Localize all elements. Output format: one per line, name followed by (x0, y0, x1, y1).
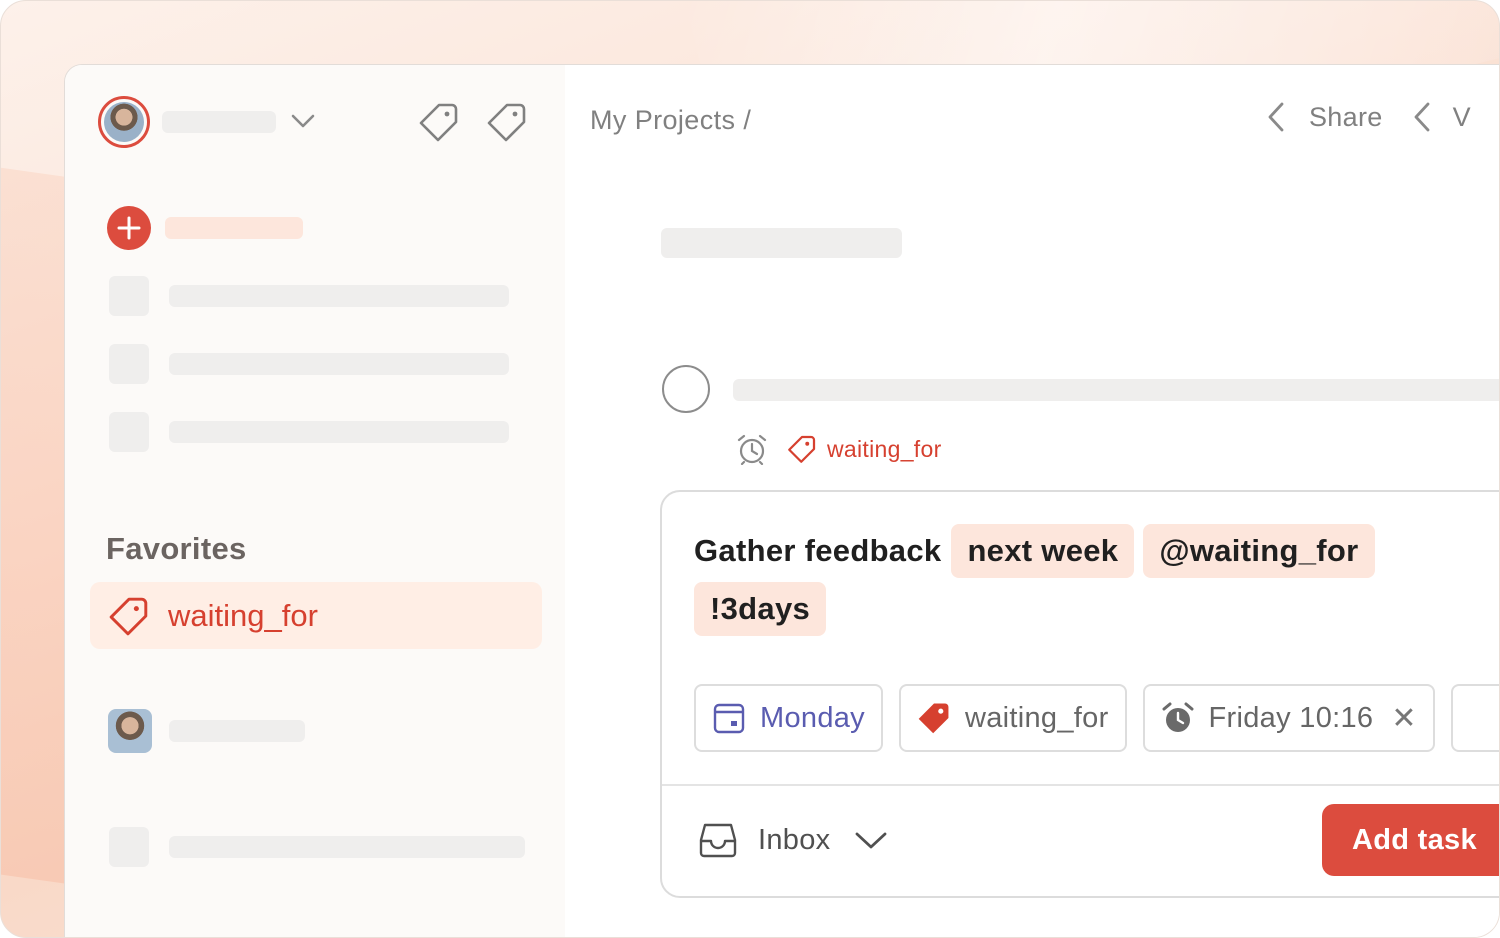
sidebar-item-waiting-for[interactable]: waiting_for (90, 582, 542, 649)
task-input[interactable]: Gather feedback next week @waiting_for (694, 524, 1384, 578)
avatar[interactable] (108, 709, 152, 753)
task-title-placeholder[interactable] (733, 379, 1499, 401)
alarm-icon (737, 434, 767, 465)
username-placeholder (162, 111, 276, 133)
alarm-icon (1162, 702, 1194, 732)
avatar (104, 102, 144, 142)
chevron-down-icon (856, 832, 887, 849)
sidebar-item-label: waiting_for (168, 597, 318, 633)
plus-icon (117, 216, 141, 240)
close-icon[interactable]: ✕ (1391, 701, 1416, 736)
date-token: next week (951, 524, 1135, 578)
nav-item-placeholder[interactable] (169, 353, 509, 375)
main-content: My Projects / Share V waiting_for Gather… (565, 65, 1499, 937)
reminder-label: Friday 10:16 (1208, 701, 1374, 734)
tag-icon[interactable] (487, 102, 527, 142)
attribute-pills: Monday waiting_for Friday 10:16 ✕ (694, 684, 1499, 752)
task-input-line[interactable]: !3days (694, 582, 835, 636)
nav-item-placeholder[interactable] (169, 285, 509, 307)
task-text: Gather feedback (694, 533, 942, 568)
label-button[interactable]: waiting_for (898, 684, 1127, 752)
top-actions: Share V (1265, 101, 1471, 133)
nav-icon-placeholder (109, 412, 149, 452)
app-window: Favorites waiting_for My Projects / Shar… (64, 64, 1499, 937)
nav-item-placeholder[interactable] (169, 836, 525, 858)
share-button[interactable]: Share (1309, 102, 1383, 133)
task-checkbox[interactable] (662, 365, 710, 413)
view-button[interactable]: V (1453, 102, 1471, 133)
tag-icon (918, 703, 949, 734)
tag-icon (788, 435, 816, 463)
chevron-left-icon[interactable] (1411, 101, 1433, 133)
nav-item-placeholder[interactable] (169, 421, 509, 443)
divider (662, 784, 1499, 786)
task-meta: waiting_for (735, 433, 942, 465)
project-selector[interactable]: Inbox (698, 820, 888, 860)
calendar-icon (713, 703, 745, 734)
reminder-button[interactable]: Friday 10:16 ✕ (1142, 684, 1435, 752)
project-label: Inbox (758, 823, 831, 856)
sidebar: Favorites waiting_for (65, 65, 565, 937)
chevron-down-icon[interactable] (291, 113, 315, 129)
due-date-button[interactable]: Monday (694, 684, 883, 752)
add-task-button[interactable] (107, 206, 151, 250)
breadcrumb[interactable]: My Projects / (590, 105, 751, 136)
label-token: @waiting_for (1143, 524, 1375, 578)
app-frame: Favorites waiting_for My Projects / Shar… (0, 0, 1500, 938)
add-task-label-placeholder (165, 217, 303, 239)
nav-icon-placeholder (109, 827, 149, 867)
inbox-icon (699, 823, 737, 858)
add-task-submit-button[interactable]: Add task (1322, 804, 1499, 876)
tag-icon[interactable] (419, 102, 459, 142)
nav-icon-placeholder (109, 344, 149, 384)
quick-add-editor: Gather feedback next week @waiting_for !… (660, 490, 1499, 898)
nav-icon-placeholder (109, 276, 149, 316)
more-button[interactable] (1450, 684, 1499, 752)
label-name: waiting_for (964, 701, 1109, 734)
section-title-placeholder (661, 228, 902, 258)
due-date-label: Monday (760, 701, 865, 734)
tag-icon (109, 597, 148, 635)
user-avatar[interactable] (98, 96, 150, 148)
workspace-name-placeholder (169, 720, 305, 742)
reminder-token: !3days (694, 582, 827, 636)
chevron-left-icon[interactable] (1265, 101, 1287, 133)
favorites-heading: Favorites (106, 531, 247, 566)
task-label[interactable]: waiting_for (827, 436, 942, 463)
